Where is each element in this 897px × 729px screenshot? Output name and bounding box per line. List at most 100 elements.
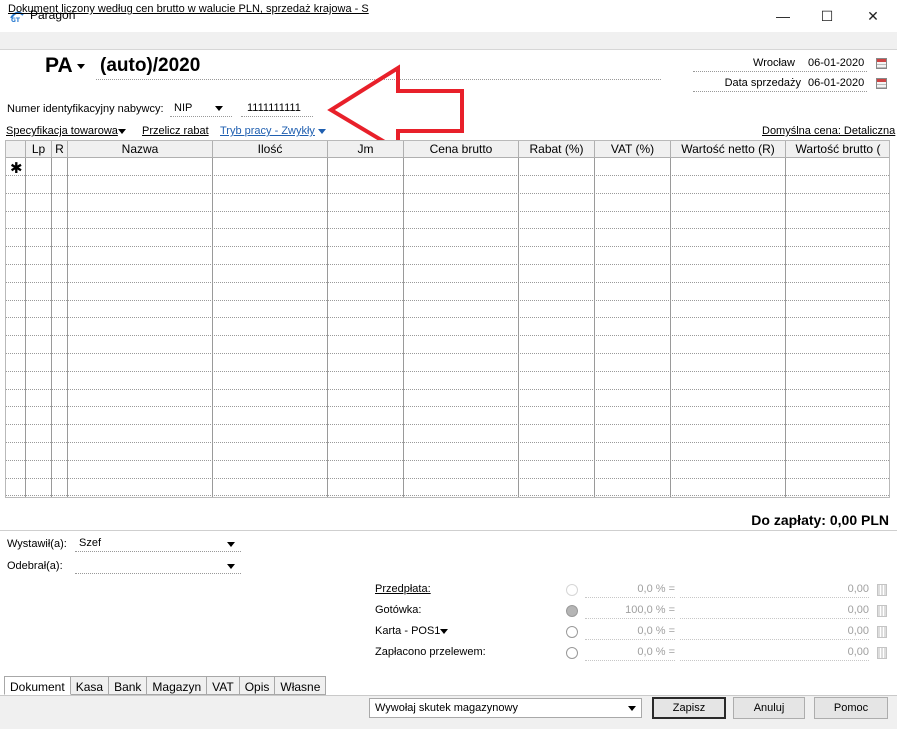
grid-column-header[interactable]: Cena brutto bbox=[404, 141, 519, 158]
tab-magazyn[interactable]: Magazyn bbox=[147, 676, 208, 695]
issued-by-value: Szef bbox=[79, 537, 102, 549]
payment-amount[interactable]: 0,00 bbox=[680, 604, 869, 619]
buyer-id-input[interactable]: 1111111111 bbox=[241, 100, 313, 117]
grid-header: Lp R Nazwa Ilość Jm Cena brutto Rabat (%) VAT (… bbox=[6, 141, 889, 158]
grid-column-divider bbox=[518, 158, 519, 497]
payment-amount[interactable]: 0,00 bbox=[680, 625, 869, 640]
calendar-icon[interactable] bbox=[876, 58, 887, 69]
payment-label[interactable]: Przedpłata: bbox=[375, 583, 431, 595]
calculator-icon[interactable] bbox=[877, 605, 887, 617]
grid-row-line bbox=[6, 371, 889, 372]
payment-radio[interactable] bbox=[566, 626, 578, 638]
payment-percent[interactable]: 0,0 % = bbox=[585, 583, 675, 598]
place-date[interactable]: 06-01-2020 bbox=[808, 57, 864, 69]
calendar-icon[interactable] bbox=[876, 78, 887, 89]
chevron-down-icon[interactable] bbox=[318, 129, 326, 134]
save-button[interactable]: Zapisz bbox=[652, 697, 726, 719]
grid-column-header[interactable]: R bbox=[52, 141, 68, 158]
grid-column-divider bbox=[670, 158, 671, 497]
sale-date-value[interactable]: 06-01-2020 bbox=[808, 77, 864, 89]
document-number[interactable]: (auto)/2020 bbox=[100, 55, 200, 77]
payment-amount[interactable]: 0,00 bbox=[680, 583, 869, 598]
grid-column-header[interactable]: Wartość brutto ( bbox=[786, 141, 889, 158]
received-by-label: Odebrał(a): bbox=[7, 560, 63, 572]
grid-column-header[interactable]: VAT (%) bbox=[595, 141, 671, 158]
received-by-select[interactable] bbox=[75, 557, 241, 574]
tab-bar: Dokument Kasa Bank Magazyn VAT Opis Własne bbox=[4, 676, 327, 695]
payment-radio[interactable] bbox=[566, 647, 578, 659]
grid-row-line bbox=[6, 353, 889, 354]
specification-menu[interactable]: Specyfikacja towarowa bbox=[6, 125, 118, 137]
cancel-button[interactable]: Anuluj bbox=[733, 697, 805, 719]
chevron-down-icon[interactable] bbox=[77, 64, 85, 69]
grid-row-line bbox=[6, 264, 889, 265]
grid-column-header[interactable]: Wartość netto (R) bbox=[671, 141, 786, 158]
grid-row-line bbox=[6, 442, 889, 443]
tab-kasa[interactable]: Kasa bbox=[70, 676, 110, 695]
grid-row-line bbox=[6, 478, 889, 479]
grid-column-header[interactable]: Lp bbox=[26, 141, 52, 158]
payment-radio[interactable] bbox=[566, 584, 578, 596]
tab-opis[interactable]: Opis bbox=[239, 676, 276, 695]
grid-column-header[interactable]: Nazwa bbox=[68, 141, 213, 158]
payment-percent[interactable]: 100,0 % = bbox=[585, 604, 675, 619]
grid-row-line bbox=[6, 246, 889, 247]
grid-column-header[interactable]: Jm bbox=[328, 141, 404, 158]
grid-column-divider bbox=[67, 158, 68, 497]
grid-column-divider bbox=[25, 158, 26, 497]
grid-row-line bbox=[6, 175, 889, 176]
chevron-down-icon bbox=[227, 564, 235, 569]
grid-column-divider bbox=[403, 158, 404, 497]
items-grid[interactable]: Lp R Nazwa Ilość Jm Cena brutto Rabat (%) VAT (… bbox=[5, 140, 890, 498]
buyer-id-type-select[interactable]: NIP bbox=[170, 100, 232, 117]
calculator-icon[interactable] bbox=[877, 647, 887, 659]
payment-label[interactable]: Karta - POS1 bbox=[375, 625, 440, 637]
issued-by-select[interactable]: Szef bbox=[75, 535, 241, 552]
tab-vat[interactable]: VAT bbox=[207, 676, 240, 695]
minimize-button[interactable]: — bbox=[760, 0, 806, 32]
warehouse-effect-select[interactable]: Wywołaj skutek magazynowy bbox=[369, 698, 642, 718]
grid-row-line bbox=[6, 424, 889, 425]
document-calculation-info[interactable]: Dokument liczony według cen brutto w wal… bbox=[8, 3, 369, 15]
info-bar bbox=[0, 32, 897, 50]
payment-percent[interactable]: 0,0 % = bbox=[585, 646, 675, 661]
chevron-down-icon bbox=[628, 706, 636, 711]
grid-row-line bbox=[6, 228, 889, 229]
grid-column-header[interactable] bbox=[6, 141, 26, 158]
close-button[interactable]: ✕ bbox=[850, 0, 896, 32]
default-price-link[interactable]: Domyślna cena: Detaliczna bbox=[762, 125, 895, 137]
maximize-button[interactable]: ☐ bbox=[804, 0, 850, 32]
grid-column-header[interactable]: Ilość bbox=[213, 141, 328, 158]
chevron-down-icon[interactable] bbox=[118, 129, 126, 134]
grid-row-line bbox=[6, 193, 889, 194]
recalc-discount-link[interactable]: Przelicz rabat bbox=[142, 125, 209, 137]
payment-amount[interactable]: 0,00 bbox=[680, 646, 869, 661]
calculator-icon[interactable] bbox=[877, 584, 887, 596]
grid-row-line bbox=[6, 335, 889, 336]
payment-radio[interactable] bbox=[566, 605, 578, 617]
tab-bank[interactable]: Bank bbox=[109, 676, 148, 695]
place-value[interactable]: Wrocław bbox=[693, 57, 795, 69]
buyer-id-type-value: NIP bbox=[174, 102, 193, 114]
tab-dokument[interactable]: Dokument bbox=[4, 676, 71, 695]
warehouse-effect-value: Wywołaj skutek magazynowy bbox=[375, 702, 518, 714]
grid-row-line bbox=[6, 317, 889, 318]
chevron-down-icon bbox=[215, 106, 223, 111]
divider bbox=[0, 530, 897, 531]
payment-label: Zapłacono przelewem: bbox=[375, 646, 486, 658]
chevron-down-icon[interactable] bbox=[440, 629, 448, 634]
work-mode-link[interactable]: Tryb pracy - Zwykły bbox=[220, 125, 315, 137]
grid-row-line bbox=[6, 406, 889, 407]
tab-własne[interactable]: Własne bbox=[275, 676, 327, 695]
calculator-icon[interactable] bbox=[877, 626, 887, 638]
sale-date-label: Data sprzedaży bbox=[724, 77, 801, 89]
grid-column-header[interactable]: Rabat (%) bbox=[519, 141, 595, 158]
help-button[interactable]: Pomoc bbox=[814, 697, 888, 719]
payment-percent[interactable]: 0,0 % = bbox=[585, 625, 675, 640]
grid-column-divider bbox=[212, 158, 213, 497]
payment-label: Gotówka: bbox=[375, 604, 422, 616]
issued-by-label: Wystawił(a): bbox=[7, 538, 67, 550]
document-prefix[interactable]: PA bbox=[45, 54, 73, 78]
svg-text:GT: GT bbox=[11, 17, 21, 23]
buyer-id-label: Numer identyfikacyjny nabywcy: bbox=[7, 103, 164, 115]
